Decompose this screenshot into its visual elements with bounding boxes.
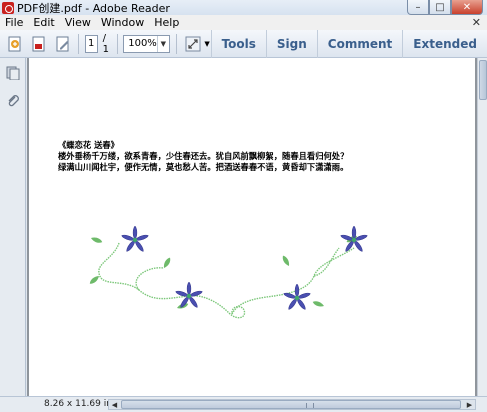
- create-pdf-icon[interactable]: [6, 35, 24, 53]
- poem-text: 《蝶恋花 送春》 楼外垂杨千万缕，欲系青春，少住春还去。犹自风前飘柳絮，随春且看…: [58, 140, 348, 173]
- scroll-left-icon[interactable]: ◀: [109, 400, 120, 409]
- menu-file[interactable]: File: [0, 16, 28, 29]
- scroll-right-icon[interactable]: ▶: [464, 400, 475, 409]
- minimize-button[interactable]: –: [407, 0, 429, 15]
- title-bar: PDF创建.pdf - Adobe Reader – □ ✕: [0, 0, 487, 15]
- attachments-icon[interactable]: [6, 94, 20, 108]
- pdf-page: 《蝶恋花 送春》 楼外垂杨千万缕，欲系青春，少住春还去。犹自风前飘柳絮，随春且看…: [29, 58, 475, 396]
- chevron-down-icon[interactable]: ▼: [156, 35, 169, 52]
- menu-edit[interactable]: Edit: [28, 16, 59, 29]
- horizontal-scrollbar[interactable]: ◀ ▶: [108, 399, 476, 410]
- menu-help[interactable]: Help: [149, 16, 184, 29]
- vertical-scroll-thumb[interactable]: [479, 60, 487, 100]
- page-size-label: 8.26 x 11.69 in: [44, 399, 112, 409]
- menu-bar: File Edit View Window Help ✕: [0, 15, 487, 30]
- document-close-icon[interactable]: ✕: [472, 16, 481, 29]
- horizontal-scroll-thumb[interactable]: [121, 400, 461, 409]
- sign-button[interactable]: Sign: [265, 29, 317, 58]
- page-thumbnails-icon[interactable]: [6, 66, 20, 81]
- scroll-grip-icon: [306, 403, 314, 408]
- edit-pdf-icon[interactable]: [54, 35, 72, 53]
- toolbar-separator: [175, 33, 177, 54]
- toolbar-separator: [116, 33, 118, 54]
- close-button[interactable]: ✕: [451, 0, 483, 15]
- poem-title: 《蝶恋花 送春》: [58, 140, 119, 150]
- navigation-pane: [0, 58, 26, 398]
- status-bar: 8.26 x 11.69 in ◀ ▶: [0, 396, 487, 412]
- pdf-document-icon[interactable]: [30, 35, 48, 53]
- floral-vine-illustration: [88, 225, 369, 319]
- fullscreen-icon[interactable]: [184, 35, 202, 53]
- extended-button[interactable]: Extended: [402, 29, 487, 58]
- menu-view[interactable]: View: [60, 16, 96, 29]
- window-title: PDF创建.pdf - Adobe Reader: [17, 1, 170, 15]
- dropdown-arrow-icon[interactable]: ▼: [204, 35, 210, 53]
- window-controls: – □ ✕: [407, 0, 483, 15]
- poem-line: 楼外垂杨千万缕，欲系青春，少住春还去。犹自风前飘柳絮，随春且看归何处？: [58, 151, 349, 161]
- tools-button[interactable]: Tools: [210, 29, 266, 58]
- zoom-select[interactable]: 100% ▼: [123, 34, 170, 53]
- menu-window[interactable]: Window: [96, 16, 149, 29]
- vertical-scrollbar[interactable]: [477, 58, 487, 396]
- page-total: / 1: [102, 32, 110, 55]
- adobe-reader-icon: [2, 1, 14, 14]
- document-viewer[interactable]: 《蝶恋花 送春》 楼外垂杨千万缕，欲系青春，少住春还去。犹自风前飘柳絮，随春且看…: [27, 58, 477, 396]
- maximize-button[interactable]: □: [429, 0, 451, 15]
- comment-button[interactable]: Comment: [316, 29, 402, 58]
- page-number-input[interactable]: 1: [84, 34, 98, 53]
- toolbar-separator: [78, 33, 79, 54]
- zoom-value: 100%: [128, 38, 157, 49]
- toolbar: 1 / 1 100% ▼ ▼ Tools Sign Comment Extend…: [0, 29, 487, 58]
- poem-line: 绿满山川闻杜宇，便作无情，莫也愁人苦。把酒送春春不语，黄昏却下潇潇雨。: [58, 162, 349, 172]
